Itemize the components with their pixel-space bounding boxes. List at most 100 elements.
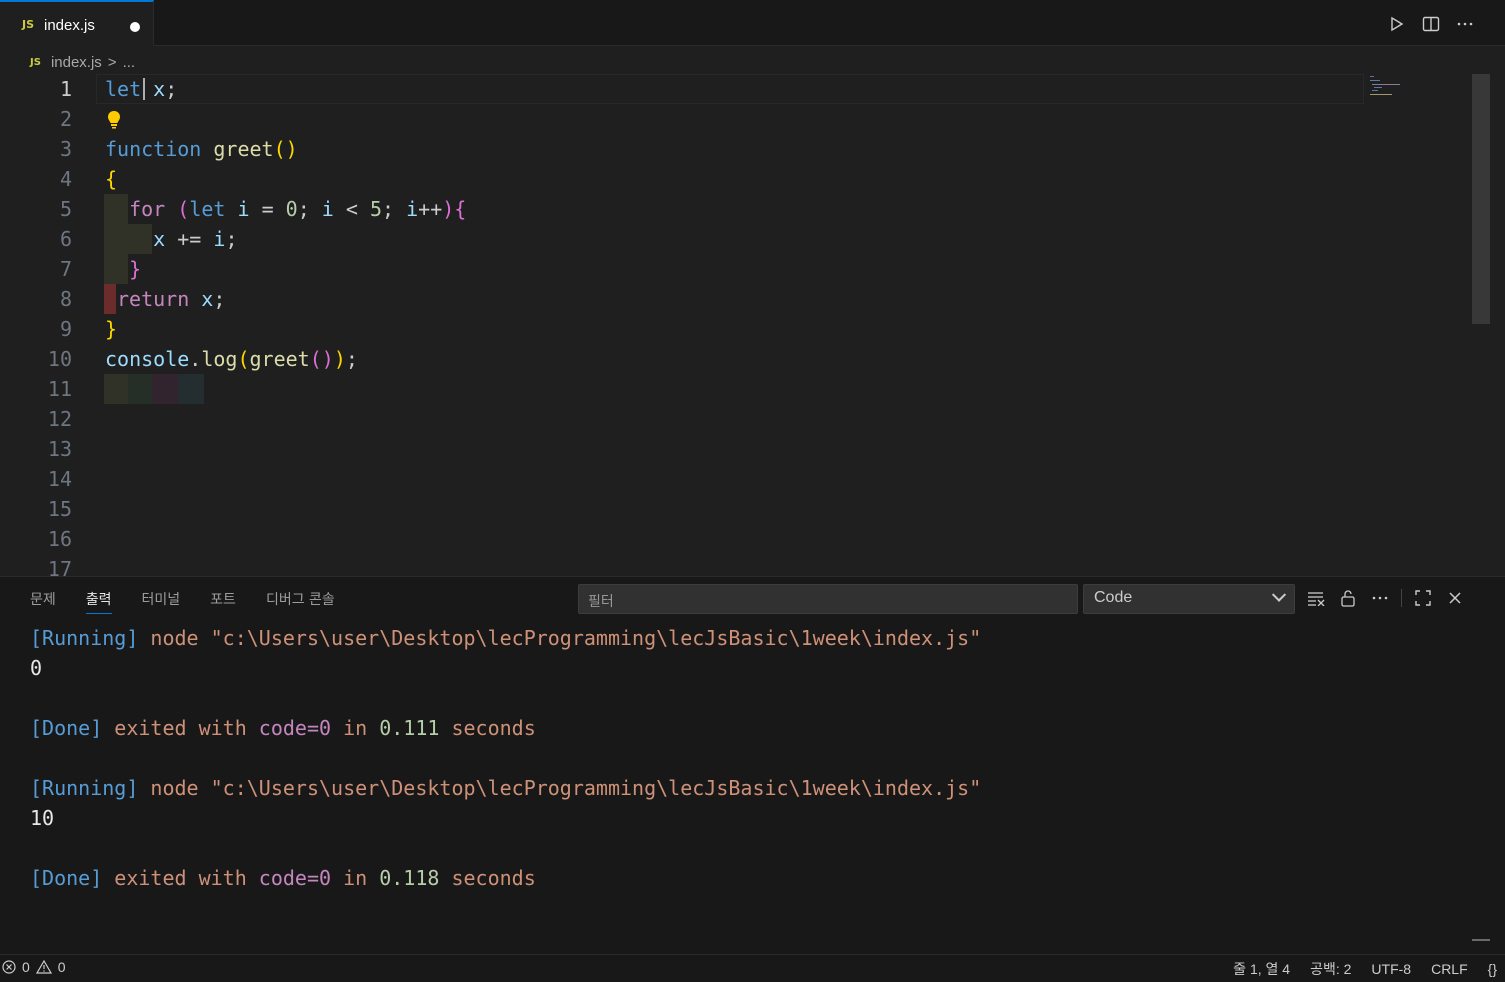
line-number: 5 (59, 197, 72, 221)
chevron-right-icon: > (107, 53, 117, 71)
line-number: 1 (59, 77, 72, 101)
output-log[interactable]: [Running] node "c:\Users\user\Desktop\le… (30, 623, 981, 893)
error-count: 0 (22, 959, 30, 975)
line-number: 11 (47, 377, 72, 401)
lightbulb-icon[interactable] (106, 110, 122, 130)
filter-placeholder: 필터 (588, 594, 614, 610)
code-editor[interactable]: 1 let x; 2 3 function greet() 4 { 5 for … (0, 74, 1470, 576)
output-line: 0 (30, 656, 43, 680)
tab-ports[interactable]: 포트 (210, 589, 236, 614)
code-line: 6 x += i; (0, 224, 1470, 254)
minimap[interactable] (1370, 74, 1410, 104)
error-icon (2, 960, 16, 974)
output-line: [Done] exited with code=0 in 0.111 secon… (30, 716, 536, 740)
line-number: 13 (47, 437, 72, 461)
split-editor-icon[interactable] (1421, 14, 1441, 34)
filter-input[interactable]: 필터 (578, 584, 1078, 614)
output-line: [Running] node "c:\Users\user\Desktop\le… (30, 776, 982, 800)
tab-bar: JS index.js (0, 0, 1505, 46)
output-line: [Done] exited with code=0 in 0.118 secon… (30, 866, 536, 890)
bottom-panel: 문제 출력 터미널 포트 디버그 콘솔 필터 Code [Running] no… (0, 576, 1505, 954)
warning-icon (35, 960, 52, 974)
code-line: 1 let x; (0, 74, 1470, 104)
breadcrumb-file[interactable]: index.js (51, 54, 102, 71)
status-right: 줄 1, 열 4 공백: 2 UTF-8 CRLF {} (1233, 959, 1497, 979)
code-text: } (105, 317, 118, 341)
code-line: 12 (0, 404, 1470, 434)
text-cursor (143, 78, 145, 100)
breadcrumb-symbol[interactable]: ... (123, 54, 136, 71)
code-text: console.log(greet()); (105, 347, 358, 371)
line-number: 3 (59, 137, 72, 161)
output-channel-value: Code (1094, 589, 1133, 606)
panel-actions (1305, 587, 1466, 609)
clear-output-icon[interactable] (1305, 587, 1327, 609)
panel-tabs: 문제 출력 터미널 포트 디버그 콘솔 (30, 589, 365, 614)
code-line: 5 for (let i = 0; i < 5; i++){ (0, 194, 1470, 224)
status-bar: 0 0 줄 1, 열 4 공백: 2 UTF-8 CRLF {} (0, 954, 1505, 982)
toolbar-divider (1401, 589, 1402, 607)
code-line: 17 (0, 554, 1470, 576)
editor-actions (1387, 12, 1475, 36)
code-line: 4 { (0, 164, 1470, 194)
more-icon[interactable] (1455, 14, 1475, 34)
breadcrumb: JS index.js > ... (30, 52, 135, 72)
current-line-highlight (96, 74, 1364, 104)
code-text: { (105, 167, 118, 191)
line-number: 15 (47, 497, 72, 521)
tab-index-js[interactable]: JS index.js (0, 0, 154, 46)
line-number: 10 (47, 347, 72, 371)
tab-terminal[interactable]: 터미널 (142, 589, 181, 614)
line-number: 6 (59, 227, 72, 251)
line-number: 9 (59, 317, 72, 341)
tab-debug-console[interactable]: 디버그 콘솔 (266, 589, 335, 614)
encoding[interactable]: UTF-8 (1371, 961, 1411, 977)
close-icon[interactable] (1444, 587, 1466, 609)
line-number: 2 (59, 107, 72, 131)
code-text: } (129, 257, 142, 281)
output-line: [Running] node "c:\Users\user\Desktop\le… (30, 626, 982, 650)
code-line: 7 } (0, 254, 1470, 284)
line-ending[interactable]: CRLF (1431, 961, 1468, 977)
line-number: 7 (59, 257, 72, 281)
line-number: 12 (47, 407, 72, 431)
code-line: 15 (0, 494, 1470, 524)
tab-label: index.js (44, 17, 95, 34)
maximize-icon[interactable] (1412, 587, 1434, 609)
code-line: 10 console.log(greet()); (0, 344, 1470, 374)
tab-problems[interactable]: 문제 (30, 589, 56, 614)
js-file-icon: JS (22, 18, 35, 31)
more-icon[interactable] (1369, 587, 1391, 609)
code-text: function greet() (105, 137, 298, 161)
line-number: 8 (59, 287, 72, 311)
output-channel-select[interactable]: Code (1083, 584, 1295, 614)
indentation[interactable]: 공백: 2 (1310, 959, 1351, 979)
js-file-icon: JS (30, 56, 41, 68)
warning-count: 0 (57, 959, 66, 975)
tab-output[interactable]: 출력 (85, 589, 112, 614)
unsaved-dot-icon[interactable] (130, 22, 140, 32)
code-line: 11 (0, 374, 1470, 404)
code-line: 3 function greet() (0, 134, 1470, 164)
editor-scrollbar[interactable] (1472, 74, 1490, 324)
code-text: for (let i = 0; i < 5; i++){ (129, 197, 467, 221)
code-line: 8 return x; (0, 284, 1470, 314)
chevron-down-icon (1271, 587, 1287, 602)
code-line: 13 (0, 434, 1470, 464)
line-number: 14 (47, 467, 72, 491)
lock-icon[interactable] (1337, 587, 1359, 609)
code-text: let x; (105, 77, 178, 101)
problems-indicator[interactable]: 0 0 (2, 959, 66, 975)
code-text: return x; (117, 287, 226, 311)
play-icon[interactable] (1387, 14, 1407, 34)
code-text: x += i; (153, 227, 238, 251)
cursor-position[interactable]: 줄 1, 열 4 (1233, 959, 1290, 979)
language-mode-icon[interactable]: {} (1488, 961, 1497, 977)
code-line: 14 (0, 464, 1470, 494)
line-number: 16 (47, 527, 72, 551)
line-number: 17 (47, 557, 72, 576)
panel-scrollbar[interactable] (1472, 939, 1490, 941)
